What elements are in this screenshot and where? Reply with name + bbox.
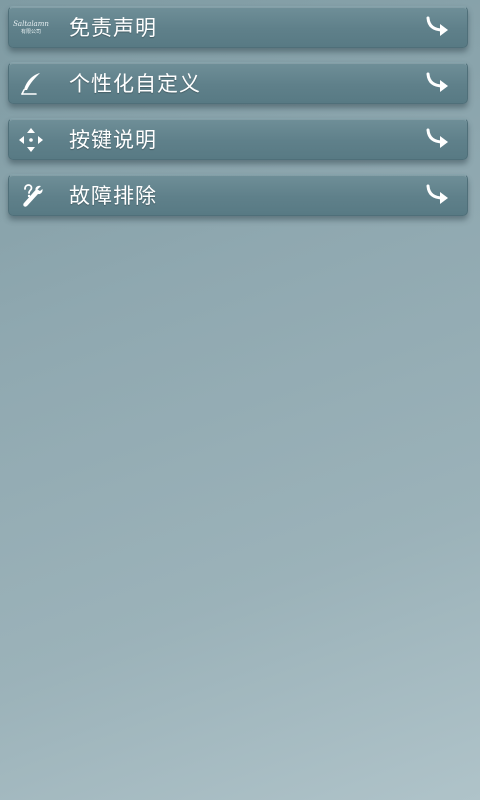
curved-arrow-icon <box>426 72 448 92</box>
menu-item-label: 个性化自定义 <box>69 72 201 96</box>
menu-item-label: 故障排除 <box>69 184 157 208</box>
settings-menu-list: Saltalamn 有限公司 免责声明 个性化自定义 按键说明 故障排除 <box>8 6 468 230</box>
curved-arrow-icon <box>426 128 448 148</box>
four-way-arrows-icon <box>15 124 47 156</box>
brand-logo-icon: Saltalamn 有限公司 <box>13 20 49 35</box>
curved-arrow-icon <box>426 16 448 36</box>
menu-item-disclaimer[interactable]: Saltalamn 有限公司 免责声明 <box>8 6 468 48</box>
curved-arrow-icon <box>426 184 448 204</box>
menu-item-label: 按键说明 <box>69 128 157 152</box>
menu-item-key-instructions[interactable]: 按键说明 <box>8 118 468 160</box>
wrench-question-icon <box>15 180 47 212</box>
menu-item-customize[interactable]: 个性化自定义 <box>8 62 468 104</box>
menu-item-troubleshooting[interactable]: 故障排除 <box>8 174 468 216</box>
quill-pen-icon <box>15 68 47 100</box>
menu-item-label: 免责声明 <box>69 16 157 40</box>
